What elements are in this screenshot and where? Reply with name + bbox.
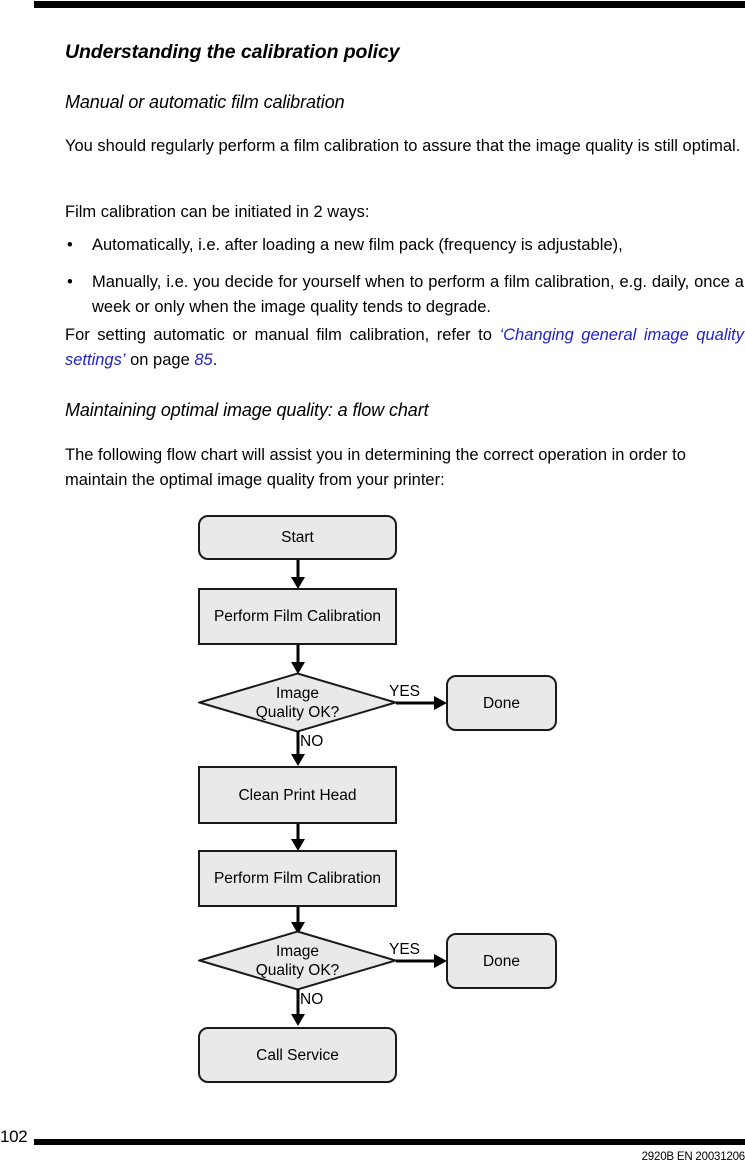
flow-node-label-line-1: Image bbox=[275, 942, 320, 960]
flow-node-label-line-1: Image bbox=[275, 684, 320, 702]
flow-node-label: Clean Print Head bbox=[238, 786, 357, 804]
cross-reference-suffix: . bbox=[212, 351, 218, 369]
flow-node-label: Done bbox=[482, 694, 521, 712]
flow-arrow-clean-to-calibration-2 bbox=[288, 824, 308, 852]
flow-node-label: Image Quality OK? bbox=[198, 672, 397, 733]
footer-rule bbox=[34, 1139, 745, 1145]
flow-arrow-calibration-1-to-decision-1 bbox=[288, 645, 308, 675]
flow-node-clean-print-head[interactable]: Clean Print Head bbox=[198, 766, 397, 824]
flow-edge-label-yes-1: YES bbox=[389, 683, 421, 700]
list-item-text: Automatically, i.e. after loading a new … bbox=[92, 236, 623, 254]
paragraph-cross-reference: For setting automatic or manual film cal… bbox=[65, 323, 744, 373]
paragraph-two-ways: Film calibration can be initiated in 2 w… bbox=[65, 203, 370, 221]
bullet-marker: • bbox=[67, 236, 73, 254]
flow-node-call-service[interactable]: Call Service bbox=[198, 1027, 397, 1083]
flow-node-label: Start bbox=[281, 529, 314, 546]
flow-node-label: Perform Film Calibration bbox=[213, 870, 382, 887]
flow-node-image-quality-decision-2[interactable]: Image Quality OK? bbox=[198, 930, 397, 991]
flow-node-done-2[interactable]: Done bbox=[446, 933, 557, 989]
flow-node-done-1[interactable]: Done bbox=[446, 675, 557, 731]
flow-node-label-line-2: Quality OK? bbox=[255, 703, 340, 721]
flow-node-label: Call Service bbox=[256, 1046, 339, 1064]
document-code: 2920B EN 20031206 bbox=[641, 1151, 745, 1163]
flow-node-perform-film-calibration-1[interactable]: Perform Film Calibration bbox=[198, 588, 397, 645]
flow-node-label: Done bbox=[482, 952, 521, 970]
list-item-text: Manually, i.e. you decide for yourself w… bbox=[92, 273, 744, 316]
flow-node-label-line-2: Quality OK? bbox=[255, 961, 340, 979]
flow-arrow-start-to-calibration-1 bbox=[288, 560, 308, 590]
header-rule bbox=[34, 1, 745, 8]
paragraph-intro: You should regularly perform a film cali… bbox=[65, 137, 741, 155]
section-heading-flow-chart: Maintaining optimal image quality: a flo… bbox=[65, 400, 429, 420]
flow-node-image-quality-decision-1[interactable]: Image Quality OK? bbox=[198, 672, 397, 733]
bullet-marker: • bbox=[67, 273, 73, 291]
image-quality-flow-chart: Start Perform Film Calibration Image Qua… bbox=[0, 505, 745, 1095]
cross-reference-middle: on page bbox=[125, 351, 195, 369]
bullet-list: • Automatically, i.e. after loading a ne… bbox=[65, 233, 744, 332]
list-item: • Automatically, i.e. after loading a ne… bbox=[65, 233, 744, 258]
flow-node-perform-film-calibration-2[interactable]: Perform Film Calibration bbox=[198, 850, 397, 907]
flow-edge-label-no-1: NO bbox=[300, 733, 324, 750]
flow-edge-label-yes-2: YES bbox=[389, 941, 421, 958]
paragraph-flowchart-intro: The following flow chart will assist you… bbox=[65, 446, 686, 489]
page-title: Understanding the calibration policy bbox=[65, 41, 400, 63]
flow-edge-label-no-2: NO bbox=[300, 991, 324, 1008]
flow-node-label: Image Quality OK? bbox=[198, 930, 397, 991]
flow-node-label: Perform Film Calibration bbox=[213, 608, 382, 625]
list-item: • Manually, i.e. you decide for yourself… bbox=[65, 270, 744, 320]
cross-reference-page-link[interactable]: 85 bbox=[194, 351, 212, 369]
section-heading-manual-or-automatic: Manual or automatic film calibration bbox=[65, 92, 345, 112]
page-number: 102 bbox=[0, 1127, 28, 1146]
cross-reference-prefix: For setting automatic or manual film cal… bbox=[65, 326, 500, 344]
flow-node-start[interactable]: Start bbox=[198, 515, 397, 560]
